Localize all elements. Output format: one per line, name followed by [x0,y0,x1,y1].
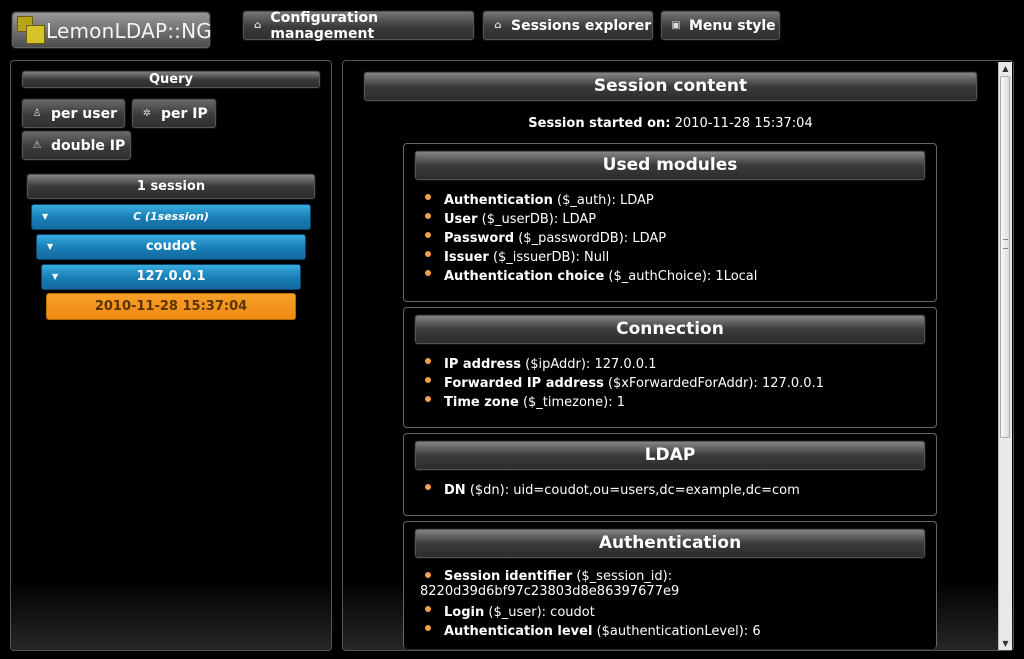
scroll-down-icon[interactable]: ▼ [999,637,1012,650]
expand-arrow-icon[interactable]: ▼ [52,265,58,289]
menu-style-label: Menu style [689,17,776,34]
sessions-explorer-button[interactable]: ⌂ Sessions explorer [482,10,654,41]
session-started: Session started on: 2010-11-28 15:37:04 [363,116,978,131]
tree-node-c[interactable]: ▼ C (1session) [31,204,311,230]
per-user-label: per user [51,105,117,122]
list-item: Time zone ($_timezone): 1 [425,393,824,412]
app-logo: LemonLDAP::NG [11,11,212,49]
list-item: Authentication ($_auth): LDAP [424,191,757,210]
home-icon: ⌂ [494,20,502,31]
list-item: DN ($dn): uid=coudot,ou=users,dc=example… [425,483,800,498]
query-title: Query [21,70,321,89]
warning-icon: ⚠ [32,140,42,151]
scrollbar-thumb[interactable] [1000,76,1010,438]
section-connection: Connection IP address ($ipAddr): 127.0.0… [403,307,937,428]
list-item: IP address ($ipAddr): 127.0.0.1 [425,355,824,374]
list-item: Forwarded IP address ($xForwardedForAddr… [425,376,824,391]
logo-square-icon [26,25,45,44]
section-list: Session identifier ($_session_id): 8220d3… [420,569,761,641]
session-content-title: Session content [363,71,978,102]
section-list: IP address ($ipAddr): 127.0.0.1 Forwarde… [425,355,824,412]
double-ip-button[interactable]: ⚠ double IP [21,130,132,161]
network-icon: ✲ [142,108,152,119]
configuration-management-label: Configuration management [270,9,379,42]
expand-arrow-icon[interactable]: ▼ [42,205,48,229]
tree-node-label: coudot [145,239,197,254]
session-started-value: 2010-11-28 15:37:04 [674,116,813,131]
per-ip-label: per IP [161,105,208,122]
section-list: Authentication ($_auth): LDAP User ($_us… [424,191,758,286]
section-title: Used modules [414,150,926,181]
tree-node-label: C (1session) [133,210,209,223]
expand-arrow-icon[interactable]: ▼ [47,235,53,259]
section-list: DN ($dn): uid=coudot,ou=users,dc=example… [425,481,800,500]
list-item: Password ($_passwordDB): LDAP [424,229,757,248]
section-used-modules: Used modules Authentication ($_auth): LD… [403,143,937,302]
menu-style-button[interactable]: ▣ Menu style [660,10,781,41]
session-item-selected[interactable]: 2010-11-28 15:37:04 [46,293,296,320]
list-item: Authentication choice ($_authChoice): 1L… [424,269,758,284]
list-item: User ($_userDB): LDAP [424,210,757,229]
double-ip-label: double IP [51,137,126,154]
section-authentication: Authentication Session identifier ($_ses… [403,521,937,649]
configuration-management-button[interactable]: ⌂ Configuration management [242,9,475,42]
content-scrollbar[interactable]: ▲ ▼ [998,62,1012,650]
tree-node-label: 127.0.0.1 [136,269,206,284]
home-icon: ⌂ [254,20,262,31]
sessions-explorer-label: Sessions explorer [511,17,652,34]
list-item: Authentication level ($authenticationLev… [425,624,761,639]
logo-text: LemonLDAP::NG [46,19,212,43]
section-title: LDAP [414,440,926,471]
list-item: Login ($_user): coudot [425,603,761,622]
per-ip-button[interactable]: ✲ per IP [131,98,217,129]
user-icon: ♙ [32,108,42,119]
list-item: Session identifier ($_session_id): 8220d3… [420,569,744,599]
section-title: Authentication [414,528,926,559]
scroll-up-icon[interactable]: ▲ [999,62,1012,75]
section-title: Connection [414,314,926,345]
tree-node-coudot[interactable]: ▼ coudot [36,234,306,260]
section-ldap: LDAP DN ($dn): uid=coudot,ou=users,dc=ex… [403,433,937,516]
image-icon: ▣ [671,20,681,31]
per-user-button[interactable]: ♙ per user [21,98,126,129]
list-item: Issuer ($_issuerDB): Null [424,248,757,267]
session-count: 1 session [26,173,316,200]
tree-node-ip[interactable]: ▼ 127.0.0.1 [41,264,301,290]
session-started-label: Session started on: [528,116,671,131]
